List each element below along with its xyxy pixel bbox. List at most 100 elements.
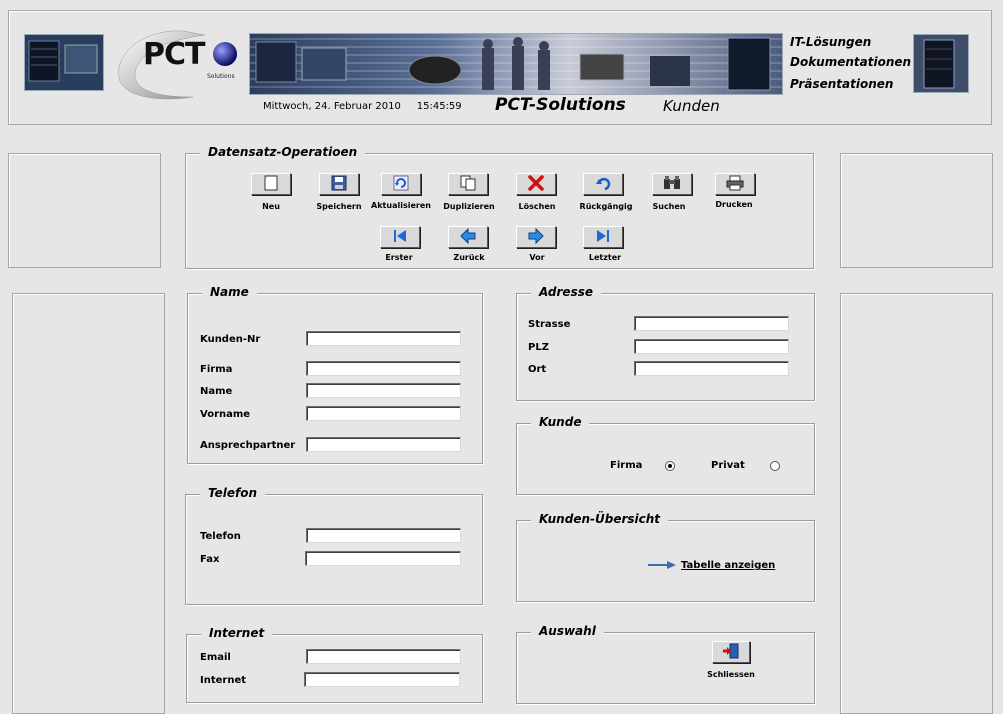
internet-group: Internet Email Internet [186,626,483,703]
right-top-panel [840,153,993,268]
save-button[interactable] [319,173,359,195]
undo-label: Rückgängig [579,202,633,211]
printer-icon [726,175,744,194]
logo-text: PCT [143,37,205,72]
internet-label: Internet [200,675,247,686]
header-datetime: Mittwoch, 24. Februar 2010 15:45:59 [263,101,462,112]
back-label: Zurück [453,253,485,262]
last-record-button[interactable] [583,226,623,248]
back-button[interactable] [448,226,488,248]
app-name: PCT-Solutions [495,95,626,115]
right-bottom-panel [840,293,993,714]
firma-label: Firma [200,364,233,375]
service-item-2: Dokumentationen [790,55,912,69]
service-item-3: Präsentationen [790,77,894,91]
new-document-icon [263,175,279,194]
first-record-icon [392,228,408,247]
telefon-field[interactable] [306,528,461,543]
duplicate-label: Duplizieren [443,202,495,211]
delete-label: Löschen [518,202,556,211]
internet-field[interactable] [304,672,460,687]
ort-field[interactable] [634,361,789,376]
refresh-button[interactable] [381,173,421,195]
vorname-label: Vorname [200,409,251,420]
refresh-icon [393,175,409,194]
undo-icon [595,175,611,194]
service-item-1: IT-Lösungen [790,35,872,49]
delete-x-icon [528,174,544,194]
record-operations-title: Datensatz-Operatioen [200,145,366,159]
show-table-link[interactable]: Tabelle anzeigen [681,560,775,571]
duplicate-button[interactable] [448,173,488,195]
server-image [24,34,104,91]
adresse-group: Adresse Strasse PLZ Ort [516,285,815,401]
name-group: Name Kunden-Nr Firma Name Vorname Anspre… [187,285,483,464]
plz-field[interactable] [634,339,789,354]
logo-subtext: Solutions [207,73,235,80]
fax-field[interactable] [305,551,461,566]
delete-button[interactable] [516,173,556,195]
close-button[interactable] [712,641,750,663]
adresse-group-title: Adresse [531,285,601,299]
strasse-field[interactable] [634,316,789,331]
search-button[interactable] [652,173,692,195]
exit-door-icon [722,643,740,662]
first-record-button[interactable] [380,226,420,248]
kunde-privat-radio[interactable] [770,461,780,471]
kundennr-field[interactable] [306,331,461,346]
left-top-panel [8,153,161,268]
last-record-icon [595,228,611,247]
strasse-label: Strasse [528,319,571,330]
plz-label: PLZ [528,342,549,353]
name-field[interactable] [306,383,461,398]
email-field[interactable] [306,649,461,664]
kundennr-label: Kunden-Nr [200,334,261,345]
telefon-group: Telefon Telefon Fax [185,486,483,605]
ort-label: Ort [528,364,547,375]
header-panel: PCT Solutions Mittwoch, 24. Februar 2010… [8,10,992,125]
firma-field[interactable] [306,361,461,376]
kunde-privat-label: Privat [711,460,745,471]
duplicate-icon [460,175,476,194]
forward-label: Vor [529,253,545,262]
first-record-label: Erster [385,253,413,262]
kunden-uebersicht-group: Kunden-Übersicht Tabelle anzeigen [516,512,815,602]
telefon-group-title: Telefon [200,486,266,500]
left-bottom-panel [12,293,165,714]
last-record-label: Letzter [588,253,622,262]
email-label: Email [200,652,231,663]
close-label: Schliessen [707,670,755,679]
ansprechpartner-label: Ansprechpartner [200,440,296,451]
vorname-field[interactable] [306,406,461,421]
kunde-group: Kunde Firma Privat [516,415,815,495]
server-rack-image [913,34,969,93]
pct-logo: PCT Solutions [113,23,243,103]
forward-button[interactable] [516,226,556,248]
banner-image [249,33,783,95]
new-button[interactable] [251,173,291,195]
refresh-label: Aktualisieren [371,201,431,210]
back-arrow-icon [460,227,476,247]
name-label: Name [200,386,233,397]
internet-group-title: Internet [201,626,273,640]
auswahl-group-title: Auswahl [531,624,604,638]
telefon-label: Telefon [200,531,241,542]
kunde-group-title: Kunde [531,415,590,429]
name-group-title: Name [202,285,257,299]
kunde-firma-radio[interactable] [665,461,675,471]
kunden-uebersicht-title: Kunden-Übersicht [531,512,669,526]
ansprechpartner-field[interactable] [306,437,461,452]
floppy-disk-icon [331,175,347,194]
undo-button[interactable] [583,173,623,195]
forward-arrow-icon [528,227,544,247]
arrow-right-icon [647,560,677,573]
auswahl-group: Auswahl Schliessen [516,624,815,704]
save-label: Speichern [316,202,362,211]
fax-label: Fax [200,554,220,565]
kunde-firma-label: Firma [610,460,643,471]
record-operations-group: Datensatz-Operatioen Neu Speichern Aktua… [185,145,814,269]
print-label: Drucken [715,200,753,209]
new-label: Neu [262,202,280,211]
binoculars-icon [663,175,681,194]
print-button[interactable] [715,173,755,195]
